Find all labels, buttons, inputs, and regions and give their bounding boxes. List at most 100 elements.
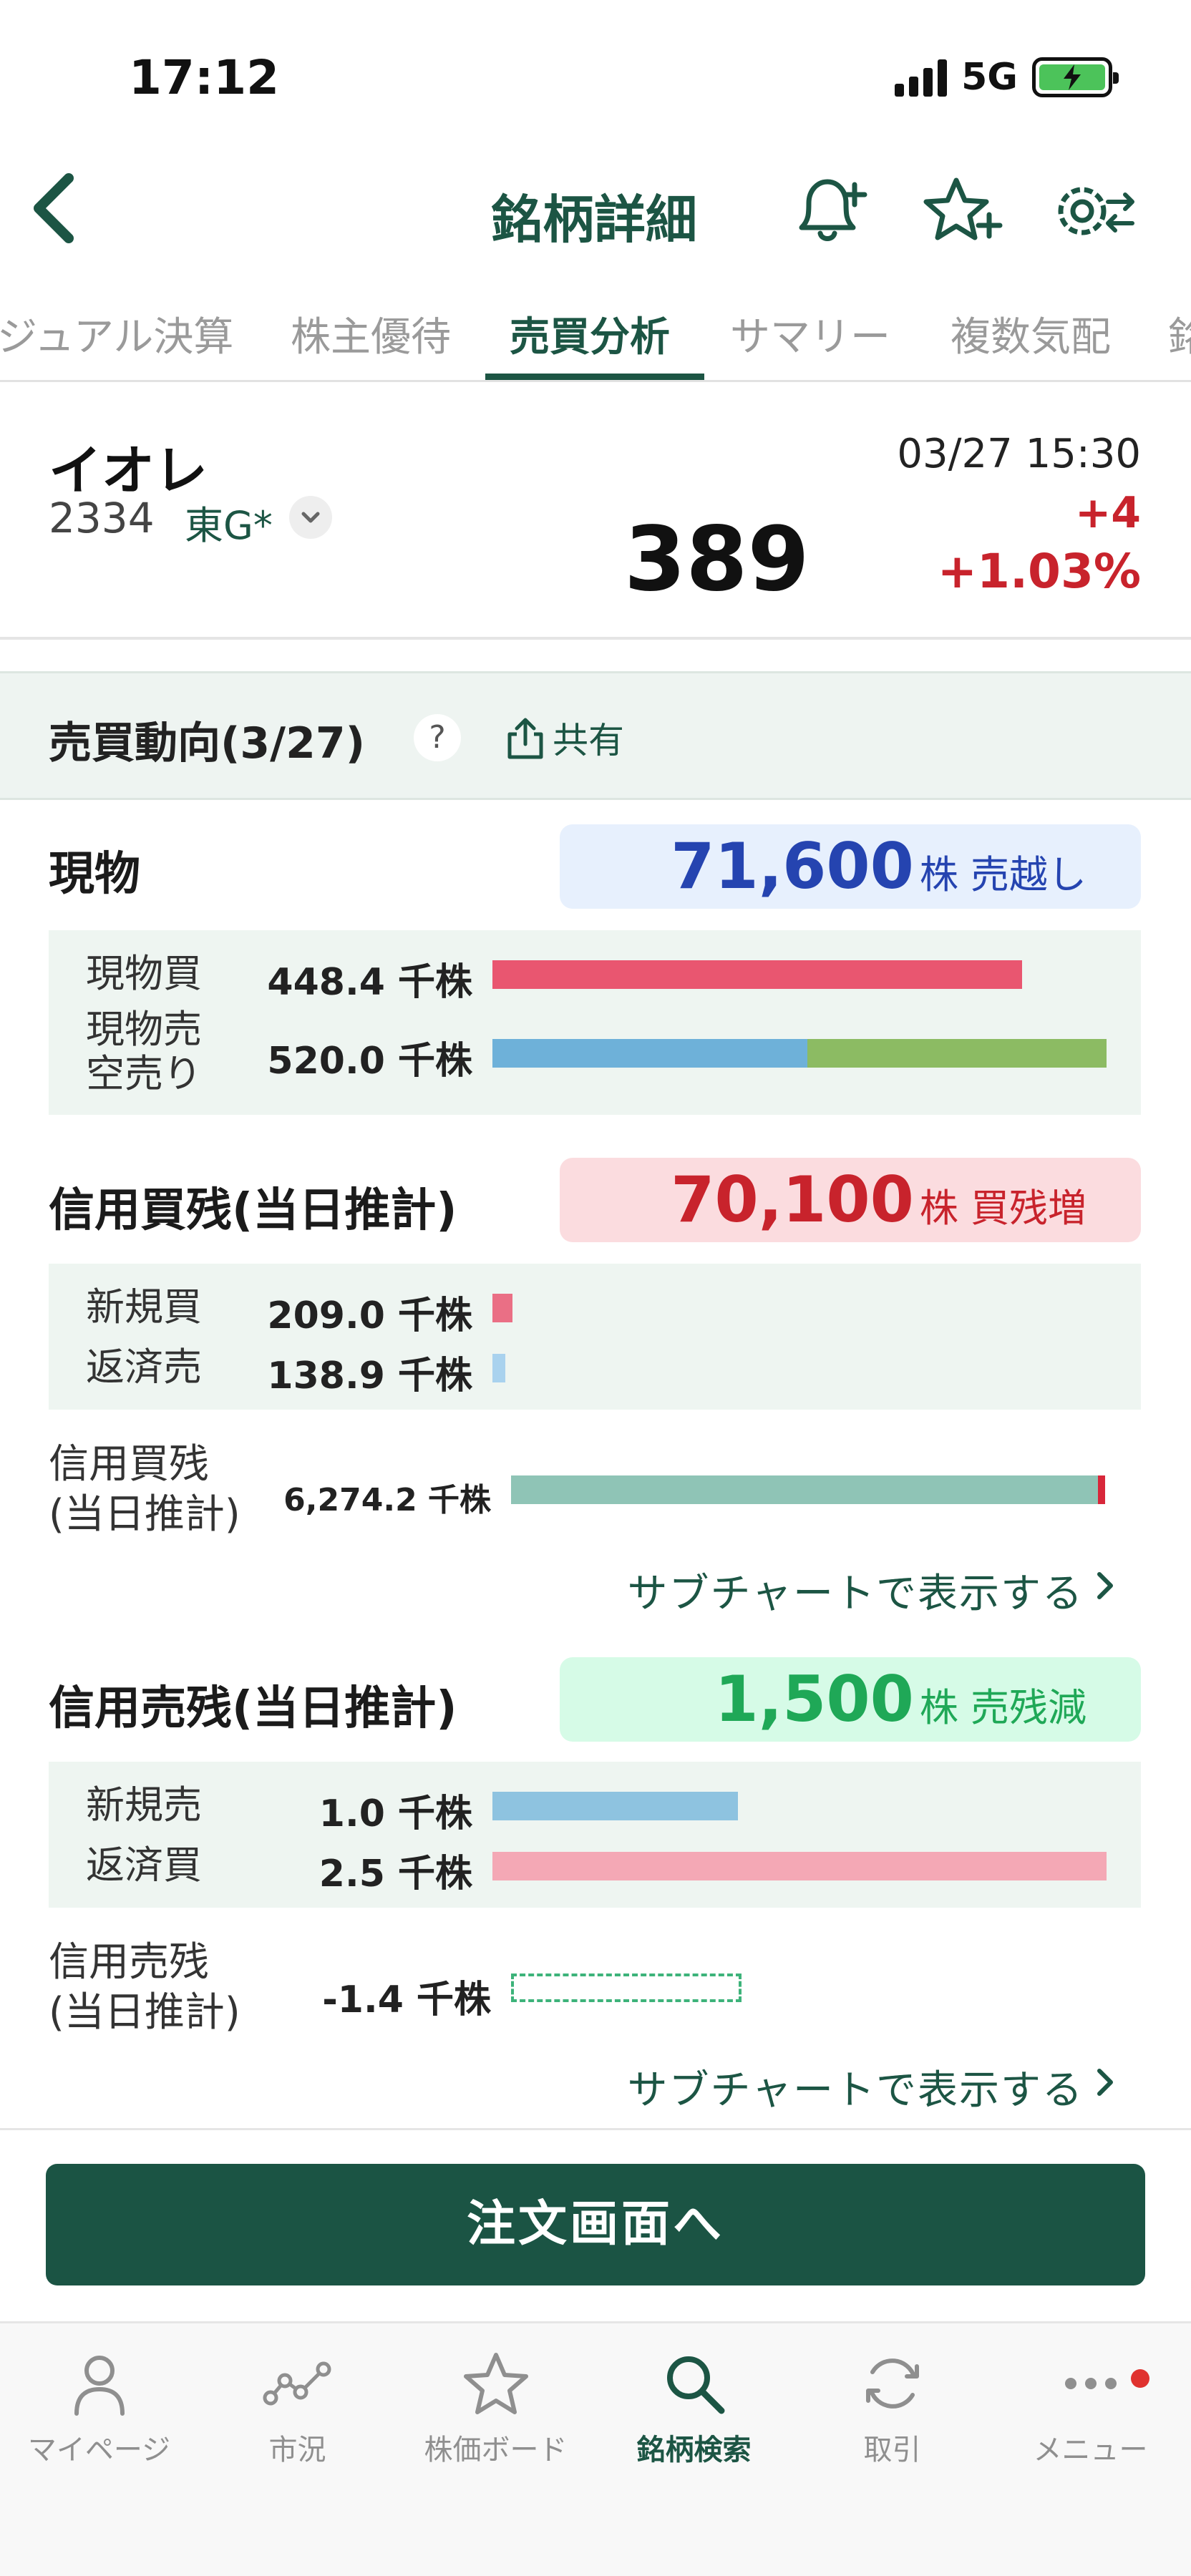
margin-sell-change-value: 1,500 bbox=[714, 1662, 914, 1736]
add-alert-button[interactable] bbox=[786, 172, 872, 250]
new-buy-value: 209.0 千株 bbox=[267, 1294, 472, 1337]
margin-sell-balance-sublabel: (当日推計) bbox=[49, 1989, 240, 2036]
spot-buy-bar bbox=[492, 960, 1022, 989]
margin-sell-balance-value: -1.4 千株 bbox=[322, 1979, 491, 2021]
settings-button[interactable] bbox=[1046, 172, 1134, 250]
new-sell-bar bbox=[492, 1792, 738, 1820]
repay-sell-label: 返済売 bbox=[86, 1345, 202, 1390]
nav-trade[interactable]: 取引 bbox=[793, 2348, 991, 2468]
margin-buy-balance-label: 信用買残 bbox=[49, 1441, 209, 1488]
new-buy-label: 新規買 bbox=[86, 1284, 202, 1330]
margin-buy-panel bbox=[49, 1264, 1141, 1410]
share-label: 共有 bbox=[553, 720, 624, 761]
nav-label: 銘柄検索 bbox=[636, 2434, 752, 2467]
section-title: 売買動向(3/27) bbox=[49, 718, 366, 769]
nav-mypage[interactable]: マイページ bbox=[0, 2348, 198, 2468]
spot-net-badge: 71,600 株 売越し bbox=[560, 824, 1141, 909]
nav-stock-search[interactable]: 銘柄検索 bbox=[595, 2348, 793, 2468]
short-sell-label: 空売り bbox=[86, 1051, 202, 1096]
margin-sell-subchart-link[interactable]: サブチャートで表示する bbox=[628, 2058, 1084, 2116]
margin-sell-balance-bar bbox=[511, 1974, 742, 2002]
nav-market[interactable]: 市況 bbox=[198, 2348, 397, 2468]
repay-sell-bar bbox=[492, 1354, 505, 1382]
chevron-right-icon[interactable] bbox=[1091, 2061, 1119, 2104]
spot-sell-bar bbox=[492, 1039, 807, 1068]
spot-panel bbox=[49, 930, 1141, 1115]
tab-multiple-quotes[interactable]: 複数気配 bbox=[951, 305, 1111, 363]
price-change: +4 bbox=[1074, 488, 1141, 538]
bell-plus-icon bbox=[799, 179, 867, 241]
tab-visual-results[interactable]: ジュアル決算 bbox=[0, 305, 233, 363]
stock-name: イオレ bbox=[49, 440, 208, 502]
spot-title: 現物 bbox=[49, 848, 140, 901]
spot-net-unit: 株 売越し bbox=[919, 852, 1087, 897]
margin-buy-balance-bar bbox=[511, 1475, 1099, 1504]
signal-icon bbox=[895, 58, 948, 97]
market-dropdown-button[interactable] bbox=[289, 496, 332, 539]
active-tab-indicator bbox=[485, 374, 704, 380]
star-plus-icon bbox=[923, 177, 1003, 240]
price-change-percent: +1.03% bbox=[937, 544, 1141, 599]
chevron-right-icon[interactable] bbox=[1091, 1564, 1119, 1607]
spot-net-value: 71,600 bbox=[671, 829, 914, 903]
status-time: 17:12 bbox=[129, 50, 280, 105]
tab-summary[interactable]: サマリー bbox=[730, 305, 890, 363]
short-sell-bar bbox=[807, 1039, 1107, 1068]
current-price: 389 bbox=[624, 508, 810, 611]
back-button[interactable] bbox=[21, 168, 86, 247]
nav-label: メニュー bbox=[1033, 2434, 1148, 2467]
margin-buy-change-value: 70,100 bbox=[671, 1163, 914, 1236]
new-sell-value: 1.0 千株 bbox=[319, 1792, 472, 1835]
margin-buy-title: 信用買残(当日推計) bbox=[49, 1184, 457, 1237]
order-screen-button[interactable]: 注文画面へ bbox=[46, 2164, 1145, 2285]
share-button[interactable]: 共有 bbox=[505, 712, 624, 763]
add-favorite-button[interactable] bbox=[918, 172, 1003, 250]
margin-buy-increase-bar bbox=[1098, 1475, 1105, 1504]
stock-code: 2334 bbox=[49, 494, 155, 542]
spot-buy-label: 現物買 bbox=[86, 951, 202, 996]
repay-buy-value: 2.5 千株 bbox=[319, 1853, 472, 1896]
margin-sell-balance-label: 信用売残 bbox=[49, 1939, 209, 1986]
divider bbox=[0, 637, 1191, 640]
network-type: 5G bbox=[961, 56, 1018, 99]
battery-icon bbox=[1032, 57, 1119, 97]
tab-trading-analysis[interactable]: 売買分析 bbox=[510, 305, 670, 363]
refresh-icon bbox=[865, 2358, 919, 2409]
person-icon bbox=[74, 2356, 125, 2416]
nav-stock-board[interactable]: 株価ボード bbox=[397, 2348, 595, 2468]
margin-sell-badge: 1,500 株 売残減 bbox=[560, 1657, 1141, 1742]
nav-label: 取引 bbox=[863, 2434, 921, 2467]
chevron-down-icon bbox=[301, 512, 320, 523]
margin-sell-change-unit: 株 売残減 bbox=[919, 1685, 1087, 1730]
nav-label: マイページ bbox=[27, 2434, 171, 2467]
margin-buy-subchart-link[interactable]: サブチャートで表示する bbox=[628, 1561, 1084, 1619]
bottom-nav: マイページ 市況 株価ボード 銘柄検索 取引 メニュー bbox=[0, 2321, 1191, 2576]
repay-sell-value: 138.9 千株 bbox=[267, 1355, 472, 1397]
market-chart-icon bbox=[263, 2361, 331, 2406]
divider bbox=[0, 2128, 1191, 2130]
spot-sell-label: 現物売 bbox=[86, 1007, 202, 1052]
share-icon bbox=[507, 718, 543, 759]
margin-buy-change-unit: 株 買残増 bbox=[919, 1186, 1087, 1231]
margin-sell-title: 信用売残(当日推計) bbox=[49, 1682, 457, 1735]
nav-label: 株価ボード bbox=[424, 2434, 568, 2467]
spot-sell-value: 520.0 千株 bbox=[267, 1040, 472, 1083]
notification-dot bbox=[1131, 2369, 1149, 2388]
star-icon bbox=[463, 2353, 528, 2414]
nav-menu[interactable]: メニュー bbox=[991, 2348, 1190, 2468]
spot-buy-value: 448.4 千株 bbox=[267, 961, 472, 1004]
margin-sell-panel bbox=[49, 1762, 1141, 1908]
tab-more[interactable]: 銘 bbox=[1168, 305, 1191, 363]
more-icon bbox=[1064, 2378, 1117, 2389]
search-icon bbox=[666, 2356, 724, 2414]
market-label[interactable]: 東G* bbox=[185, 494, 273, 550]
new-buy-bar bbox=[492, 1294, 512, 1322]
nav-label: 市況 bbox=[268, 2434, 326, 2467]
tab-bar: ジュアル決算 株主優待 売買分析 サマリー 複数気配 銘 bbox=[0, 292, 1191, 382]
repay-buy-bar bbox=[492, 1852, 1107, 1880]
status-indicators: 5G bbox=[895, 56, 1119, 99]
tab-shareholder-benefits[interactable]: 株主優待 bbox=[291, 305, 451, 363]
help-button[interactable]: ? bbox=[414, 714, 461, 761]
gear-swap-icon bbox=[1058, 187, 1134, 235]
margin-buy-badge: 70,100 株 買残増 bbox=[560, 1158, 1141, 1242]
